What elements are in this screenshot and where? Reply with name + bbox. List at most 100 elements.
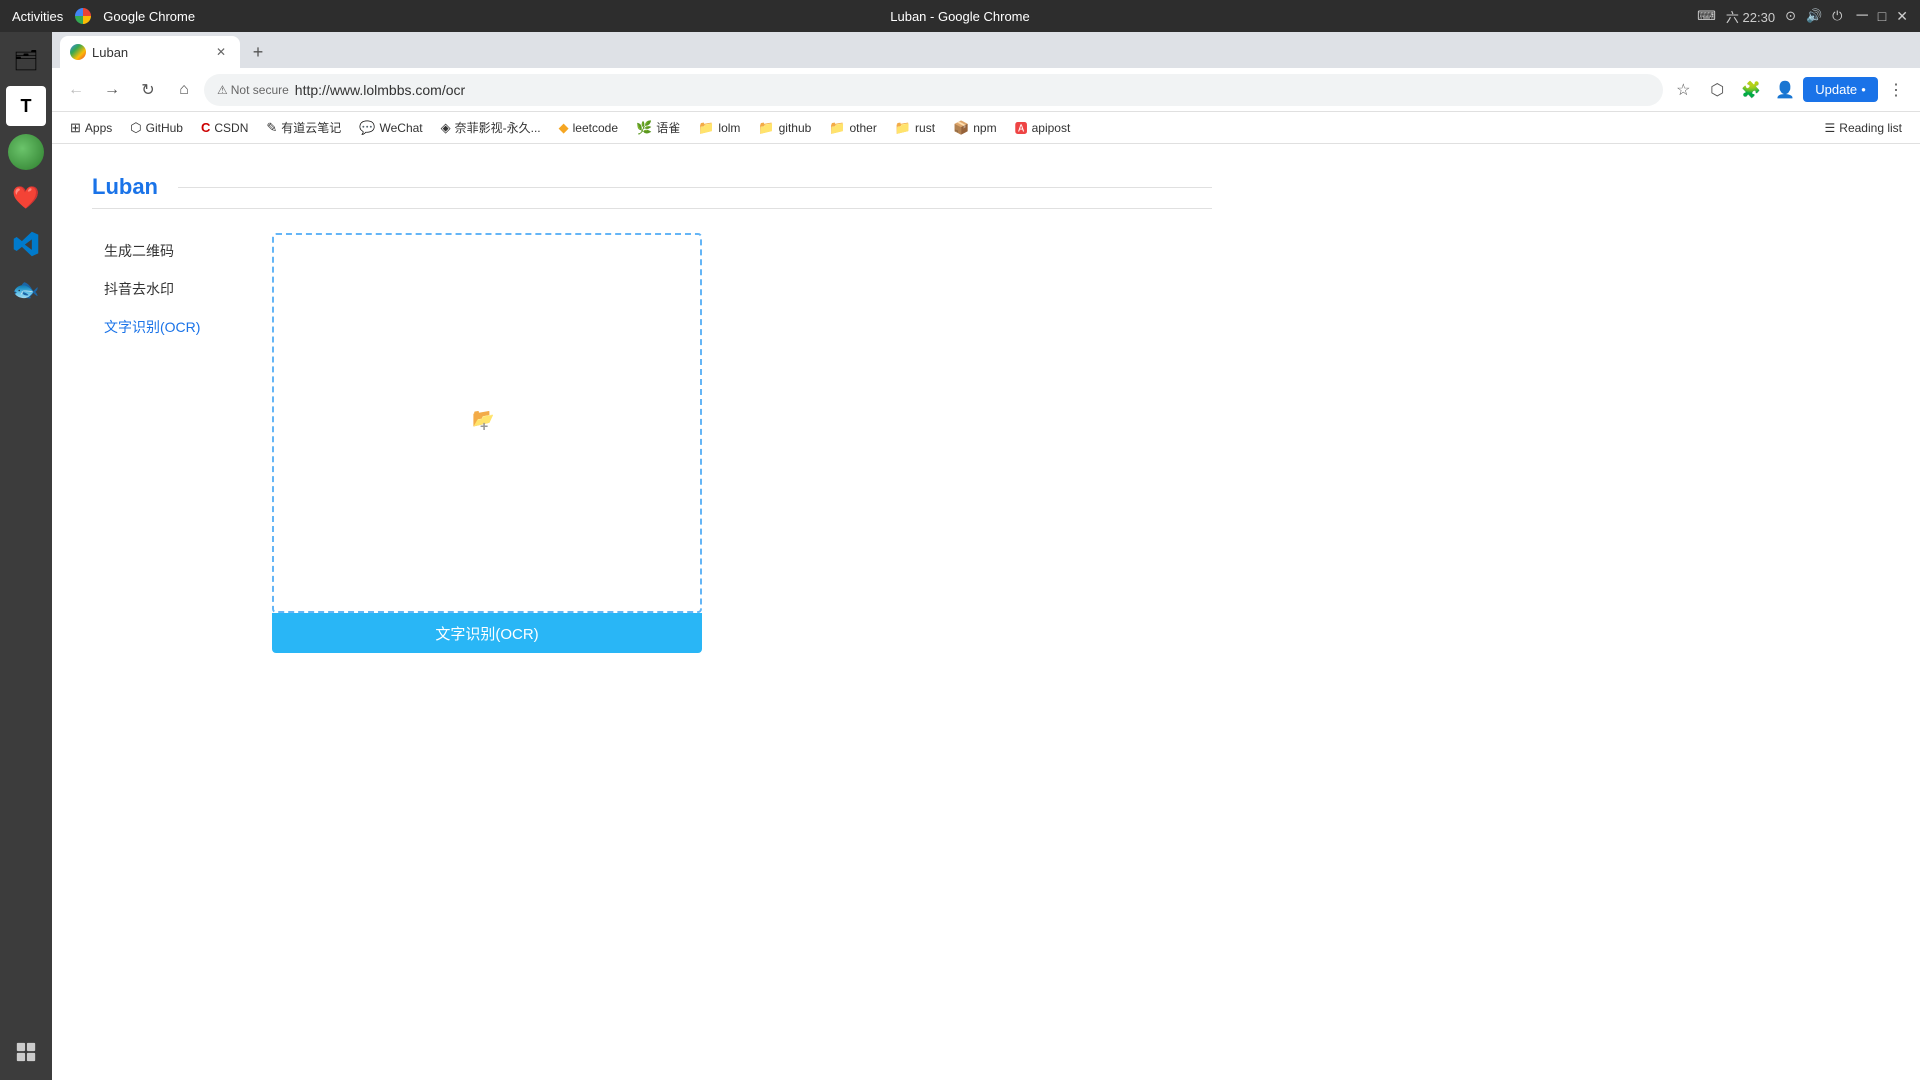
menu-button[interactable]: ⋮ bbox=[1880, 74, 1912, 106]
bookmark-other-label: other bbox=[850, 121, 877, 135]
page-heading: Luban bbox=[92, 174, 1212, 209]
toolbar: ← → ↻ ⌂ ⚠ Not secure http://www.lolmbbs.… bbox=[52, 68, 1920, 112]
sidebar-app4-icon[interactable]: ❤️ bbox=[6, 178, 46, 218]
page-content: Luban 生成二维码 抖音去水印 文字识别(OCR) bbox=[52, 144, 1920, 1080]
address-bar[interactable]: ⚠ Not secure http://www.lolmbbs.com/ocr bbox=[204, 74, 1663, 106]
reading-list-button[interactable]: ☰ Reading list bbox=[1817, 118, 1910, 138]
menu-qrcode[interactable]: 生成二维码 bbox=[92, 233, 232, 269]
bookmark-yuque-label: 语雀 bbox=[656, 119, 680, 136]
wechat-icon: 💬 bbox=[359, 120, 375, 136]
plus-icon: + bbox=[480, 418, 488, 434]
apps-grid-icon: ⊞ bbox=[70, 120, 81, 136]
main-layout: 生成二维码 抖音去水印 文字识别(OCR) 📂 + bbox=[92, 233, 1212, 653]
menu-ocr[interactable]: 文字识别(OCR) bbox=[92, 309, 232, 345]
bookmarks-bar: ⊞ Apps ⬡ GitHub C CSDN ✎ 有道云笔记 💬 WeChat … bbox=[52, 112, 1920, 144]
github-folder-icon: 📁 bbox=[758, 120, 774, 136]
side-menu: 生成二维码 抖音去水印 文字识别(OCR) bbox=[92, 233, 232, 345]
bookmark-naifei-label: 奈菲影视-永久... bbox=[455, 119, 541, 136]
os-topbar-right: ⌨ 六 22:30 ⊙ 🔊 ⏻ ─ □ ✕ bbox=[1697, 7, 1908, 26]
naifei-icon: ◈ bbox=[441, 120, 451, 136]
bookmark-github-label: GitHub bbox=[146, 121, 183, 135]
bookmark-github[interactable]: ⬡ GitHub bbox=[122, 117, 191, 139]
reload-button[interactable]: ↻ bbox=[132, 74, 164, 106]
bookmark-rust-label: rust bbox=[915, 121, 935, 135]
bookmark-youdao[interactable]: ✎ 有道云笔记 bbox=[258, 116, 349, 139]
bookmark-wechat-label: WeChat bbox=[380, 121, 423, 135]
not-secure-indicator[interactable]: ⚠ Not secure bbox=[217, 83, 289, 97]
forward-button[interactable]: → bbox=[96, 74, 128, 106]
window-title: Luban - Google Chrome bbox=[890, 9, 1029, 24]
bookmark-lolm-label: lolm bbox=[718, 121, 740, 135]
sidebar-files-icon[interactable]: 🗂 bbox=[6, 40, 46, 80]
npm-icon: 📦 bbox=[953, 120, 969, 136]
bookmark-rust[interactable]: 📁 rust bbox=[887, 117, 943, 139]
toolbar-right: ☆ ⬡ 🧩 👤 Update ⋮ bbox=[1667, 74, 1912, 106]
close-btn[interactable]: ✕ bbox=[1896, 8, 1908, 25]
not-secure-text: Not secure bbox=[231, 83, 289, 97]
bookmark-apps[interactable]: ⊞ Apps bbox=[62, 117, 120, 139]
network-icon[interactable]: ⊙ bbox=[1785, 8, 1796, 24]
sidebar-app3-icon[interactable] bbox=[6, 132, 46, 172]
sidebar-bottom bbox=[6, 1032, 46, 1072]
bookmark-yuque[interactable]: 🌿 语雀 bbox=[628, 116, 688, 139]
new-tab-button[interactable]: + bbox=[244, 38, 272, 66]
page-title-text: Luban bbox=[92, 174, 158, 200]
yuque-icon: 🌿 bbox=[636, 120, 652, 136]
youdao-icon: ✎ bbox=[266, 120, 277, 136]
os-topbar-center: Luban - Google Chrome bbox=[890, 9, 1029, 24]
bookmark-apps-label: Apps bbox=[85, 121, 112, 135]
page-inner: Luban 生成二维码 抖音去水印 文字识别(OCR) bbox=[52, 144, 1252, 683]
page-title-divider bbox=[178, 187, 1212, 188]
sidebar-app5-icon[interactable]: 🐟 bbox=[6, 270, 46, 310]
back-button[interactable]: ← bbox=[60, 74, 92, 106]
menu-watermark[interactable]: 抖音去水印 bbox=[92, 271, 232, 307]
other-folder-icon: 📁 bbox=[829, 120, 845, 136]
bookmark-npm[interactable]: 📦 npm bbox=[945, 117, 1005, 139]
bookmark-npm-label: npm bbox=[973, 121, 996, 135]
bookmark-naifeivideo[interactable]: ◈ 奈菲影视-永久... bbox=[433, 116, 549, 139]
lolm-folder-icon: 📁 bbox=[698, 120, 714, 136]
bookmark-other[interactable]: 📁 other bbox=[821, 117, 885, 139]
sidebar-vscode-icon[interactable] bbox=[6, 224, 46, 264]
volume-icon[interactable]: 🔊 bbox=[1806, 8, 1822, 24]
max-btn[interactable]: □ bbox=[1878, 8, 1886, 24]
leetcode-icon: ◆ bbox=[559, 120, 569, 136]
chrome-icon bbox=[75, 8, 91, 24]
reading-list-icon: ☰ bbox=[1825, 121, 1836, 135]
profile-button[interactable]: 👤 bbox=[1769, 74, 1801, 106]
language-label: 六 22:30 bbox=[1726, 7, 1775, 26]
upload-area: 📂 + 文字识别(OCR) bbox=[272, 233, 702, 653]
home-button[interactable]: ⌂ bbox=[168, 74, 200, 106]
bookmark-github-folder-label: github bbox=[779, 121, 812, 135]
url-text: http://www.lolmbbs.com/ocr bbox=[295, 82, 1650, 98]
bookmark-wechat[interactable]: 💬 WeChat bbox=[351, 117, 430, 139]
tabbar: Luban ✕ + bbox=[52, 32, 1920, 68]
power-icon[interactable]: ⏻ bbox=[1832, 8, 1842, 24]
bookmark-leetcode[interactable]: ◆ leetcode bbox=[551, 117, 626, 139]
bookmark-button[interactable]: ☆ bbox=[1667, 74, 1699, 106]
tab-close-button[interactable]: ✕ bbox=[212, 43, 230, 61]
bookmark-csdn[interactable]: C CSDN bbox=[193, 117, 256, 138]
drop-cursor: 📂 + bbox=[472, 408, 502, 438]
sidebar: 🗂 T ❤️ 🐟 bbox=[0, 32, 52, 1080]
screenshot-button[interactable]: ⬡ bbox=[1701, 74, 1733, 106]
drop-zone[interactable]: 📂 + bbox=[272, 233, 702, 613]
apipost-icon: 🅰 bbox=[1015, 118, 1028, 137]
update-button[interactable]: Update bbox=[1803, 77, 1878, 102]
os-topbar: Activities Google Chrome Luban - Google … bbox=[0, 0, 1920, 32]
keyboard-icon[interactable]: ⌨ bbox=[1697, 8, 1716, 24]
chrome-app-name[interactable]: Google Chrome bbox=[103, 9, 195, 24]
min-btn[interactable]: ─ bbox=[1856, 7, 1867, 25]
bookmark-lolm[interactable]: 📁 lolm bbox=[690, 117, 748, 139]
bookmark-apipost-label: apipost bbox=[1032, 121, 1071, 135]
activities-label[interactable]: Activities bbox=[12, 9, 63, 24]
extensions-button[interactable]: 🧩 bbox=[1735, 74, 1767, 106]
bookmark-apipost[interactable]: 🅰 apipost bbox=[1007, 115, 1079, 140]
sidebar-apps-grid-icon[interactable] bbox=[6, 1032, 46, 1072]
reading-list-label: Reading list bbox=[1839, 121, 1902, 135]
sidebar-font-icon[interactable]: T bbox=[6, 86, 46, 126]
bookmark-github-folder[interactable]: 📁 github bbox=[750, 117, 819, 139]
ocr-submit-button[interactable]: 文字识别(OCR) bbox=[272, 613, 702, 653]
bookmark-youdao-label: 有道云笔记 bbox=[281, 119, 341, 136]
tab-luban[interactable]: Luban ✕ bbox=[60, 36, 240, 68]
